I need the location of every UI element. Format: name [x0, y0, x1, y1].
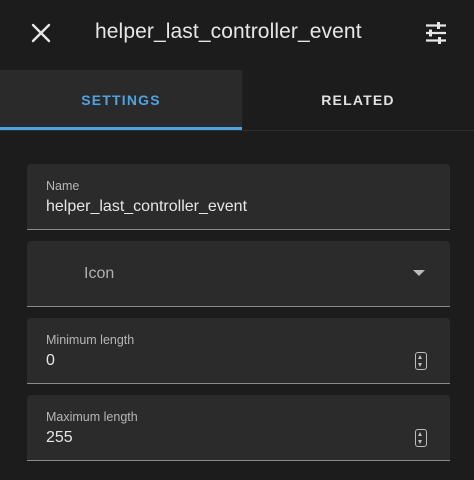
tune-icon [426, 22, 446, 44]
minimum-length-value[interactable]: 0 [46, 352, 55, 370]
tab-related[interactable]: RELATED [242, 70, 474, 130]
name-field-value[interactable]: helper_last_controller_event [46, 198, 247, 216]
active-tab-indicator [0, 127, 242, 130]
close-button[interactable] [24, 16, 58, 50]
maximum-length-label: Maximum length [46, 410, 138, 424]
maximum-length-field[interactable]: Maximum length 255 [27, 395, 450, 461]
dialog-header: helper_last_controller_event [0, 0, 474, 70]
tab-bar: SETTINGS RELATED [0, 70, 474, 131]
minimum-length-spinner-icon[interactable] [415, 352, 427, 370]
dialog-title: helper_last_controller_event [95, 20, 362, 43]
tab-related-label: RELATED [321, 92, 395, 108]
tune-button[interactable] [419, 16, 453, 50]
name-field-label: Name [46, 179, 80, 193]
close-icon [31, 23, 51, 43]
name-field[interactable]: Name helper_last_controller_event [27, 164, 450, 230]
maximum-length-spinner-icon[interactable] [415, 429, 427, 447]
tab-settings-label: SETTINGS [81, 92, 161, 108]
minimum-length-field[interactable]: Minimum length 0 [27, 318, 450, 384]
icon-field-label: Icon [84, 265, 115, 282]
tab-settings[interactable]: SETTINGS [0, 70, 242, 130]
icon-picker-field[interactable]: Icon [27, 241, 450, 307]
chevron-down-icon[interactable] [413, 270, 425, 276]
minimum-length-label: Minimum length [46, 333, 135, 347]
maximum-length-value[interactable]: 255 [46, 429, 73, 447]
